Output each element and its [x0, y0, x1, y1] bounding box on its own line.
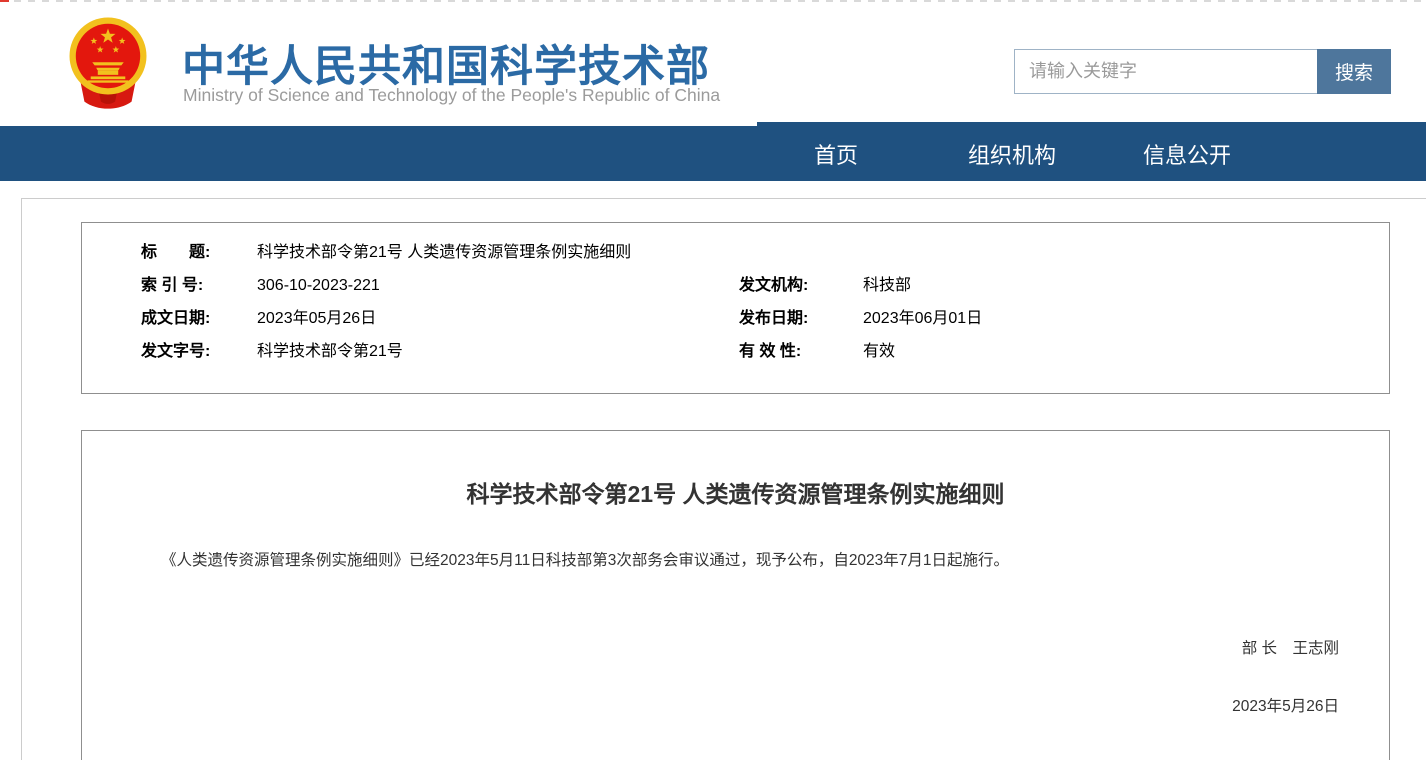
document-metadata-box: 标 题: 科学技术部令第21号 人类遗传资源管理条例实施细则 索 引 号: 30… — [81, 222, 1390, 394]
document-content-box: 科学技术部令第21号 人类遗传资源管理条例实施细则 《人类遗传资源管理条例实施细… — [81, 430, 1390, 760]
meta-validity-label: 有 效 性: — [739, 342, 863, 375]
search-button[interactable]: 搜索 — [1317, 49, 1391, 94]
national-emblem-icon — [64, 14, 152, 120]
nav-item-organization[interactable]: 组织机构 — [968, 138, 1056, 170]
page: 中华人民共和国科学技术部 Ministry of Science and Tec… — [0, 0, 1426, 760]
document-body-paragraph: 《人类遗传资源管理条例实施细则》已经2023年5月11日科技部第3次部务会审议通… — [82, 549, 1389, 574]
meta-doc-number-value: 科学技术部令第21号 — [257, 342, 739, 375]
meta-publish-date-value: 2023年06月01日 — [863, 309, 1389, 342]
search-input[interactable] — [1014, 49, 1317, 94]
meta-publish-date-label: 发布日期: — [739, 309, 863, 342]
site-subtitle: Ministry of Science and Technology of th… — [183, 85, 720, 106]
document-date: 2023年5月26日 — [82, 694, 1389, 716]
meta-title-value: 科学技术部令第21号 人类遗传资源管理条例实施细则 — [257, 243, 1389, 276]
meta-title-label: 标 题: — [141, 243, 257, 276]
nav-item-info-disclosure[interactable]: 信息公开 — [1143, 138, 1231, 170]
meta-index-label: 索 引 号: — [141, 276, 257, 309]
meta-issuer-value: 科技部 — [863, 276, 1389, 309]
document-title: 科学技术部令第21号 人类遗传资源管理条例实施细则 — [82, 475, 1389, 509]
meta-written-date-value: 2023年05月26日 — [257, 309, 739, 342]
meta-written-date-label: 成文日期: — [141, 309, 257, 342]
site-header: 中华人民共和国科学技术部 Ministry of Science and Tec… — [0, 2, 1426, 126]
meta-index-value: 306-10-2023-221 — [257, 276, 739, 309]
nav-item-home[interactable]: 首页 — [814, 138, 858, 170]
document-signature: 部 长 王志刚 — [82, 636, 1389, 658]
meta-validity-value: 有效 — [863, 342, 1389, 375]
header-nav-notch — [0, 122, 757, 126]
meta-issuer-label: 发文机构: — [739, 276, 863, 309]
meta-doc-number-label: 发文字号: — [141, 342, 257, 375]
metadata-table: 标 题: 科学技术部令第21号 人类遗传资源管理条例实施细则 索 引 号: 30… — [82, 223, 1389, 375]
